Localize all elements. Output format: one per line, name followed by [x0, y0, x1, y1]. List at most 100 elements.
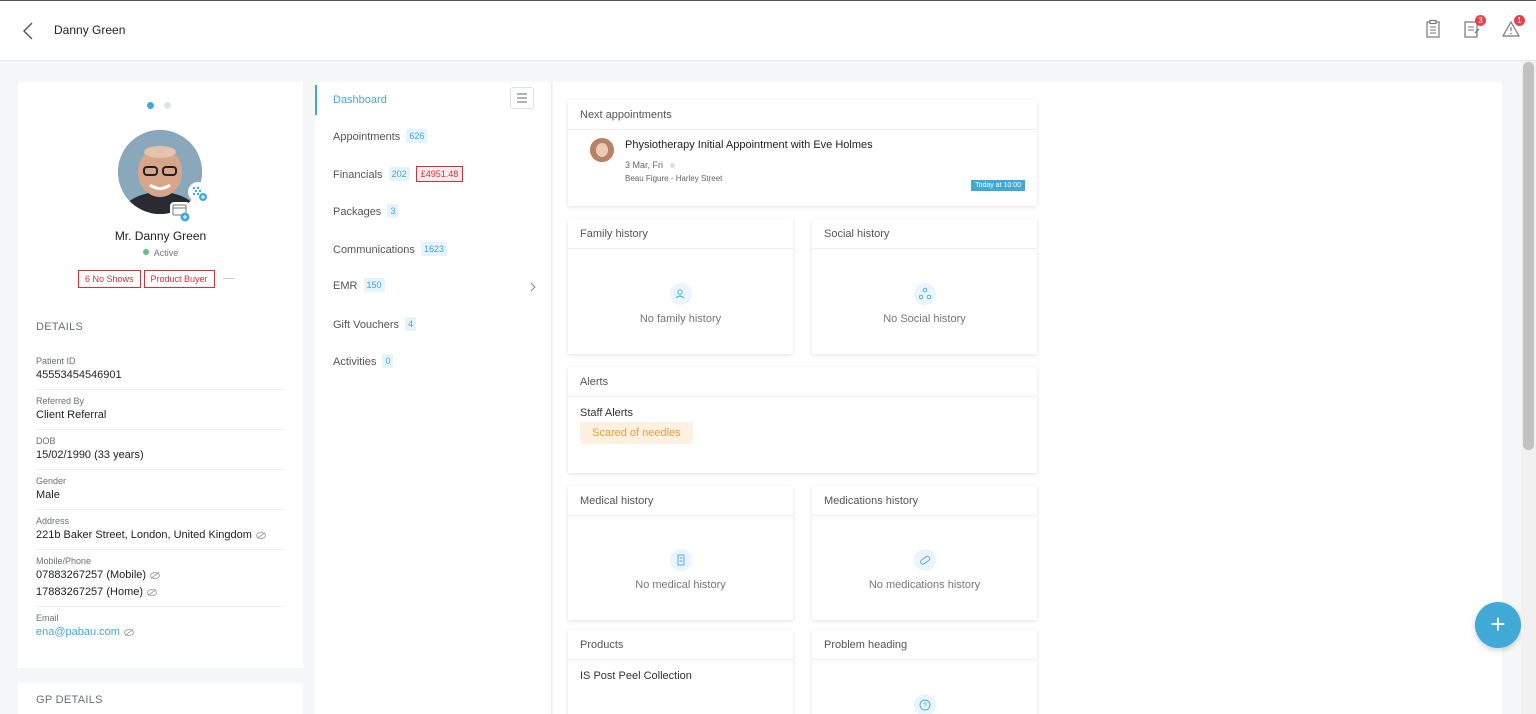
eye-slash-icon[interactable] — [124, 629, 134, 636]
problem-heading-card: Problem heading ? — [812, 630, 1037, 714]
card-title: Medications history — [812, 486, 1037, 516]
avatar-card-action[interactable] — [170, 202, 190, 222]
medical-history-card: Medical history No medical history — [568, 486, 793, 620]
empty-state: No family history — [568, 283, 793, 325]
details-section-title: DETAILS — [36, 321, 84, 333]
nav-count: 4 — [405, 317, 417, 331]
nav-appointments[interactable]: Appointments 626 — [315, 122, 552, 152]
alerts-card: Alerts Staff Alerts Scared of needles — [568, 367, 1037, 473]
detail-value-row: ena@pabau.com — [36, 625, 285, 640]
detail-referred-by: Referred By Client Referral — [36, 390, 285, 430]
empty-text: No Social history — [883, 313, 966, 325]
detail-label: Email — [36, 613, 59, 623]
nav-label: Dashboard — [333, 94, 387, 106]
nav-activities[interactable]: Activities 0 — [315, 347, 552, 377]
empty-text: No medical history — [635, 579, 726, 591]
empty-state: No medications history — [812, 549, 1037, 591]
family-icon — [669, 283, 692, 305]
next-appointments-card: Next appointments Physiotherapy Initial … — [568, 100, 1037, 206]
back-arrow-icon[interactable] — [20, 21, 36, 41]
nav-label: Communications — [333, 244, 415, 256]
appointment-location: Beau Figure - Harley Street — [625, 174, 723, 183]
svg-text:?: ? — [923, 703, 927, 710]
nav-count: 1623 — [420, 242, 448, 256]
nav-count: 202 — [388, 167, 410, 181]
detail-value: 07883267257 (Mobile) — [36, 569, 147, 581]
pills-icon — [913, 549, 936, 571]
card-title: Medical history — [568, 486, 793, 516]
detail-label: DOB — [36, 436, 56, 446]
detail-value-row: 17883267257 (Home) — [36, 585, 285, 600]
add-fab-button[interactable]: + — [1475, 602, 1521, 648]
card-title: Products — [568, 630, 793, 660]
detail-value: 221b Baker Street, London, United Kingdo… — [36, 529, 252, 541]
chevron-right-icon — [530, 282, 536, 292]
nav-label: Activities — [333, 356, 377, 368]
appointment-title[interactable]: Physiotherapy Initial Appointment with E… — [625, 139, 873, 151]
tag-product-buyer[interactable]: Product Buyer — [143, 270, 215, 288]
dashboard-main: Next appointments Physiotherapy Initial … — [553, 82, 1502, 714]
staff-alerts-label: Staff Alerts — [580, 407, 633, 419]
appointment-time-badge: Today at 10:00 — [971, 180, 1025, 191]
network-icon — [913, 283, 936, 305]
clipboard-icon[interactable] — [1423, 19, 1443, 39]
detail-label: Referred By — [36, 396, 85, 406]
detail-value-row: 07883267257 (Mobile) — [36, 568, 285, 583]
nav-count: 626 — [406, 129, 428, 143]
notes-button[interactable]: 3 — [1462, 15, 1486, 39]
question-icon: ? — [914, 694, 936, 714]
product-item[interactable]: IS Post Peel Collection — [580, 670, 692, 682]
nav-emr[interactable]: EMR 150 — [315, 271, 552, 301]
patient-name: Mr. Danny Green — [114, 229, 207, 243]
eye-slash-icon[interactable] — [147, 589, 157, 596]
card-title: Next appointments — [568, 100, 1037, 130]
practitioner-avatar — [590, 138, 614, 162]
notes-badge: 3 — [1475, 15, 1486, 26]
detail-label: Patient ID — [36, 356, 76, 366]
nav-gift-vouchers[interactable]: Gift Vouchers 4 — [315, 310, 552, 340]
top-bar: Danny Green 3 1 — [0, 0, 1536, 61]
card-icon — [172, 204, 190, 222]
detail-dob: DOB 15/02/1990 (33 years) — [36, 430, 285, 470]
eye-slash-icon[interactable] — [150, 572, 160, 579]
nav-count: 0 — [382, 354, 394, 368]
carousel-dots — [147, 100, 181, 112]
nav-packages[interactable]: Packages 3 — [315, 197, 552, 227]
menu-toggle-button[interactable] — [510, 87, 534, 109]
detail-value: Client Referral — [36, 409, 107, 421]
alerts-button[interactable]: 1 — [1501, 15, 1525, 39]
alert-chip[interactable]: Scared of needles — [580, 422, 693, 444]
detail-value: 17883267257 (Home) — [36, 586, 144, 598]
medications-history-card: Medications history No medications histo… — [812, 486, 1037, 620]
avatar-grid-action[interactable] — [188, 182, 208, 202]
empty-text: No family history — [639, 313, 722, 325]
appointment-date: 3 Mar, Fri — [625, 160, 675, 170]
eye-slash-icon[interactable] — [255, 532, 266, 539]
detail-address: Address 221b Baker Street, London, United… — [36, 510, 285, 550]
email-link[interactable]: ena@pabau.com — [36, 626, 120, 638]
social-history-card: Social history No Social history — [812, 219, 1037, 354]
detail-value-row: 221b Baker Street, London, United Kingdo… — [36, 528, 285, 543]
date-separator-dot — [669, 163, 675, 168]
card-title: Problem heading — [812, 630, 1037, 660]
patient-status: Active — [18, 248, 303, 258]
nav-count: 150 — [363, 278, 385, 292]
scrollbar-thumb[interactable] — [1523, 62, 1534, 450]
family-history-card: Family history No family history — [568, 219, 793, 354]
empty-text: No medications history — [868, 579, 981, 591]
more-tags-dash[interactable] — [222, 278, 235, 279]
empty-state: No Social history — [812, 283, 1037, 325]
gp-details-card: GP DETAILS — [18, 683, 303, 714]
detail-gender: Gender Male — [36, 470, 285, 510]
carousel-dot-2[interactable] — [164, 102, 171, 109]
detail-value: 45553454546901 — [36, 369, 122, 381]
empty-state: No medical history — [568, 549, 793, 591]
gp-details-title: GP DETAILS — [36, 694, 103, 706]
nav-communications[interactable]: Communications 1623 — [315, 235, 552, 265]
nav-financials[interactable]: Financials 202 £4951.48 — [315, 160, 552, 190]
detail-email: Email ena@pabau.com — [36, 607, 285, 646]
carousel-dot-1[interactable] — [147, 102, 154, 109]
tag-no-shows[interactable]: 6 No Shows — [78, 270, 141, 288]
appointment-date-text: 3 Mar, Fri — [625, 160, 664, 170]
menu-icon — [517, 93, 527, 103]
